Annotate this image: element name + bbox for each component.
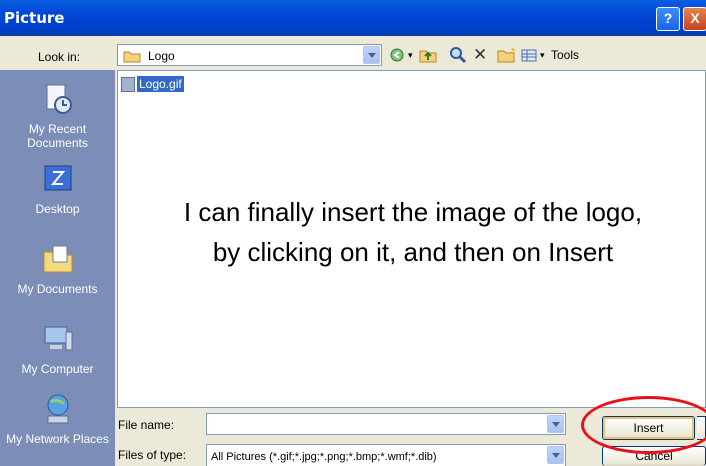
- look-in-value: Logo: [148, 49, 175, 63]
- chevron-down-icon[interactable]: [547, 415, 564, 433]
- file-type-value: All Pictures (*.gif;*.jpg;*.png;*.bmp;*.…: [211, 451, 437, 463]
- place-desktop[interactable]: Desktop: [0, 162, 115, 216]
- close-button[interactable]: X: [683, 7, 706, 31]
- window-title: Picture: [4, 9, 65, 27]
- look-in-label: Look in:: [38, 50, 81, 64]
- highlight-circle: [581, 396, 706, 454]
- back-icon[interactable]: [388, 45, 406, 65]
- file-name-label: File name:: [118, 418, 175, 432]
- views-dropdown-icon[interactable]: ▾: [540, 45, 545, 65]
- place-recent-documents[interactable]: My Recent Documents: [0, 82, 115, 150]
- back-dropdown-icon[interactable]: ▾: [408, 45, 413, 65]
- place-label: My Computer: [21, 362, 94, 376]
- up-folder-icon[interactable]: [418, 45, 438, 65]
- gif-file-icon: [121, 76, 135, 92]
- help-button[interactable]: ?: [656, 7, 680, 31]
- new-folder-icon[interactable]: [496, 45, 518, 65]
- place-network-places[interactable]: My Network Places: [0, 392, 115, 446]
- chevron-down-icon[interactable]: [547, 446, 564, 464]
- search-web-icon[interactable]: [448, 45, 468, 65]
- place-my-computer[interactable]: My Computer: [0, 322, 115, 376]
- place-label: My Documents: [17, 282, 98, 296]
- recent-documents-icon: [46, 84, 72, 114]
- file-name-text: Logo.gif: [137, 76, 184, 92]
- folder-icon: [123, 51, 141, 63]
- place-my-documents[interactable]: My Documents: [0, 242, 115, 296]
- file-name-field[interactable]: [206, 413, 566, 435]
- network-places-icon: [47, 394, 68, 424]
- file-type-label: Files of type:: [118, 448, 187, 462]
- annotation-line-1: I can finally insert the image of the lo…: [183, 197, 643, 227]
- look-in-dropdown[interactable]: Logo: [117, 44, 382, 66]
- place-label: Desktop: [35, 202, 80, 216]
- places-bar: My Recent Documents Desktop My Documents…: [0, 70, 115, 466]
- title-bar: Picture ? X: [0, 0, 706, 36]
- annotation-text: I can finally insert the image of the lo…: [120, 192, 706, 272]
- place-label: My Network Places: [6, 432, 109, 446]
- desktop-icon: [44, 165, 71, 191]
- list-item[interactable]: Logo.gif: [121, 74, 184, 94]
- delete-icon[interactable]: ✕: [473, 45, 487, 65]
- tools-menu[interactable]: Tools ▾: [551, 45, 579, 82]
- views-icon[interactable]: [520, 45, 538, 65]
- chevron-down-icon[interactable]: [363, 46, 380, 64]
- annotation-line-2: by clicking on it, and then on Insert: [212, 237, 614, 267]
- my-documents-icon: [43, 245, 72, 273]
- file-type-dropdown[interactable]: All Pictures (*.gif;*.jpg;*.png;*.bmp;*.…: [206, 444, 566, 466]
- place-label: My Recent Documents: [27, 122, 88, 150]
- my-computer-icon: [44, 326, 72, 351]
